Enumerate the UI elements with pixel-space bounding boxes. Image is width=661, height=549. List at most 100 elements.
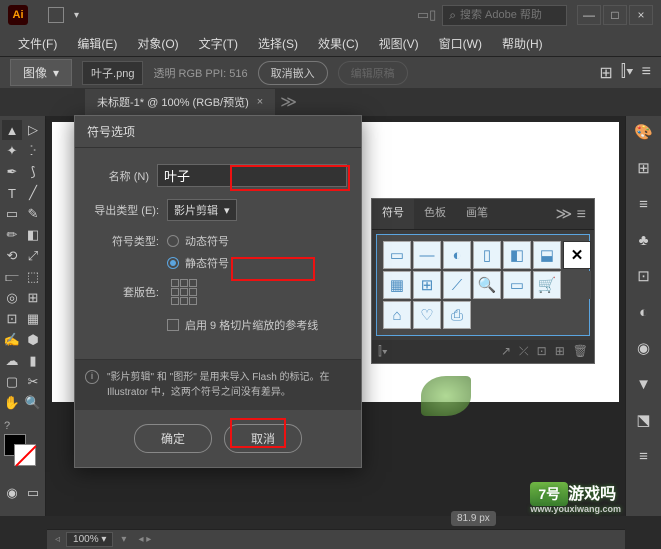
close-tab-icon[interactable]: × (257, 96, 263, 108)
transparency-panel-icon[interactable]: ◐ (632, 300, 656, 324)
symbol-item[interactable]: ◐ (443, 241, 471, 269)
hand-tool[interactable]: ✋ (2, 393, 22, 413)
zoom-level[interactable]: 100% ▾ (66, 532, 113, 547)
blend-tool[interactable]: ⬢ (23, 330, 43, 350)
symbol-item[interactable]: ◧ (503, 241, 531, 269)
search-input[interactable]: ⌕ (442, 5, 567, 26)
slice-tool[interactable]: ✂ (23, 372, 43, 392)
static-radio[interactable] (167, 257, 179, 269)
dynamic-radio[interactable] (167, 235, 179, 247)
menu-file[interactable]: 文件(F) (10, 31, 65, 56)
mesh-tool[interactable]: ⊡ (2, 309, 22, 329)
minimize-button[interactable]: — (577, 5, 601, 25)
brush-tool[interactable]: ✎ (23, 204, 43, 224)
shaper-tool[interactable]: ✏ (2, 225, 22, 245)
close-button[interactable]: × (629, 5, 653, 25)
symbol-heart-plus-icon[interactable]: ♡ (413, 301, 441, 329)
layers-panel-icon[interactable]: ⬔ (632, 408, 656, 432)
ok-button[interactable]: 确定 (134, 424, 212, 453)
symbol-grid[interactable]: ▭ — ◐ ▯ ◧ ⬓ ✕ ▦ ⊞ ⟋ 🔍 ▭ 🛒 ⌂ ♡ ⎙ (376, 234, 590, 336)
graph-tool[interactable]: ▮ (23, 351, 43, 371)
symbol-cart-icon[interactable]: 🛒 (533, 271, 561, 299)
line-tool[interactable]: ╱ (23, 183, 43, 203)
eraser-tool[interactable]: ◧ (23, 225, 43, 245)
zoom-tool[interactable]: 🔍 (23, 393, 43, 413)
menu-icon[interactable]: ≡ (642, 63, 651, 83)
image-dropdown[interactable]: 图像▾ (10, 59, 72, 86)
menu-effect[interactable]: 效果(C) (310, 31, 367, 56)
symbol-film-icon[interactable]: ⊞ (413, 271, 441, 299)
new-symbol-icon[interactable]: ⊞ (555, 344, 565, 359)
symbol-print-icon[interactable]: ⎙ (443, 301, 471, 329)
color-panel-icon[interactable]: 🎨 (632, 120, 656, 144)
brushes-panel-icon[interactable]: ⊡ (632, 264, 656, 288)
rectangle-tool[interactable]: ▭ (2, 204, 22, 224)
eyedropper-tool[interactable]: ✍ (2, 330, 22, 350)
direct-selection-tool[interactable]: ▷ (23, 120, 43, 140)
menu-edit[interactable]: 编辑(E) (69, 31, 125, 56)
library-icon[interactable]: ⫿▾ (378, 344, 388, 359)
selection-tool[interactable]: ▲ (2, 120, 22, 140)
break-link-icon[interactable]: ⤫ (519, 344, 529, 359)
width-tool[interactable]: ⫍ (2, 267, 22, 287)
artboard-tool[interactable]: ▢ (2, 372, 22, 392)
tab-brushes[interactable]: 画笔 (456, 199, 498, 229)
symbol-home-icon[interactable]: ⌂ (383, 301, 411, 329)
maximize-button[interactable]: □ (603, 5, 627, 25)
symbol-calendar-icon[interactable]: ▦ (383, 271, 411, 299)
lasso-tool[interactable]: ⴾ (23, 141, 43, 161)
symbol-item[interactable]: — (413, 241, 441, 269)
screen-mode-icon[interactable]: ▭ (23, 483, 43, 503)
chevron-down-icon[interactable]: ▾ (74, 10, 79, 21)
workspace-icon[interactable]: ▭▯ (417, 7, 436, 23)
menu-type[interactable]: 文字(T) (191, 31, 246, 56)
panel-menu-icon[interactable]: ≫ ≡ (547, 199, 594, 229)
menu-view[interactable]: 视图(V) (371, 31, 427, 56)
swatch-panel-icon[interactable]: ⊞ (632, 156, 656, 180)
arrange-icons[interactable] (48, 7, 64, 23)
export-type-select[interactable]: 影片剪辑▾ (167, 199, 237, 221)
pen-tool[interactable]: ✒ (2, 162, 22, 182)
symbol-options-icon[interactable]: ⊡ (537, 344, 547, 359)
draw-mode-icon[interactable]: ◉ (2, 483, 22, 503)
menu-help[interactable]: 帮助(H) (494, 31, 551, 56)
symbol-item[interactable]: ⬓ (533, 241, 561, 269)
stroke-panel-icon[interactable]: ≡ (632, 192, 656, 216)
tab-nav-icon[interactable]: ≫ (280, 92, 297, 112)
scale-guides-checkbox[interactable] (167, 319, 179, 331)
registration-grid[interactable] (171, 279, 197, 305)
curvature-tool[interactable]: ⟆ (23, 162, 43, 182)
shape-builder-tool[interactable]: ◎ (2, 288, 22, 308)
cancel-embed-button[interactable]: 取消嵌入 (258, 61, 328, 85)
grid-icon[interactable]: ⊞ (599, 63, 612, 83)
tab-swatches[interactable]: 色板 (414, 199, 456, 229)
type-tool[interactable]: T (2, 183, 22, 203)
appearance-panel-icon[interactable]: ◉ (632, 336, 656, 360)
properties-panel-icon[interactable]: ≡ (632, 444, 656, 468)
tab-symbols[interactable]: 符号 (372, 199, 414, 229)
gradient-tool[interactable]: ▦ (23, 309, 43, 329)
menu-window[interactable]: 窗口(W) (431, 31, 490, 56)
symbol-item-close[interactable]: ✕ (563, 241, 591, 269)
place-symbol-icon[interactable]: ↗ (501, 344, 511, 359)
magic-wand-tool[interactable]: ✦ (2, 141, 22, 161)
cancel-button[interactable]: 取消 (224, 424, 302, 453)
color-swatch[interactable]: ? (2, 418, 43, 468)
menu-object[interactable]: 对象(O) (129, 31, 186, 56)
name-input[interactable] (157, 164, 347, 187)
free-transform-tool[interactable]: ⬚ (23, 267, 43, 287)
symbol-rss-icon[interactable]: ⟋ (443, 271, 471, 299)
symbol-card-icon[interactable]: ▭ (503, 271, 531, 299)
scale-tool[interactable]: ⤢ (23, 246, 43, 266)
document-tab[interactable]: 未标题-1* @ 100% (RGB/预览) × (85, 89, 275, 115)
symbols-panel-icon[interactable]: ♣ (632, 228, 656, 252)
symbol-search-icon[interactable]: 🔍 (473, 271, 501, 299)
symbol-item[interactable]: ▭ (383, 241, 411, 269)
list-icon[interactable]: ⫿▾ (621, 63, 634, 83)
symbol-item[interactable]: ▯ (473, 241, 501, 269)
symbol-tool[interactable]: ☁ (2, 351, 22, 371)
rotate-tool[interactable]: ⟲ (2, 246, 22, 266)
graphic-styles-icon[interactable]: ▼ (632, 372, 656, 396)
menu-select[interactable]: 选择(S) (250, 31, 306, 56)
delete-symbol-icon[interactable]: 🗑 (573, 344, 588, 359)
